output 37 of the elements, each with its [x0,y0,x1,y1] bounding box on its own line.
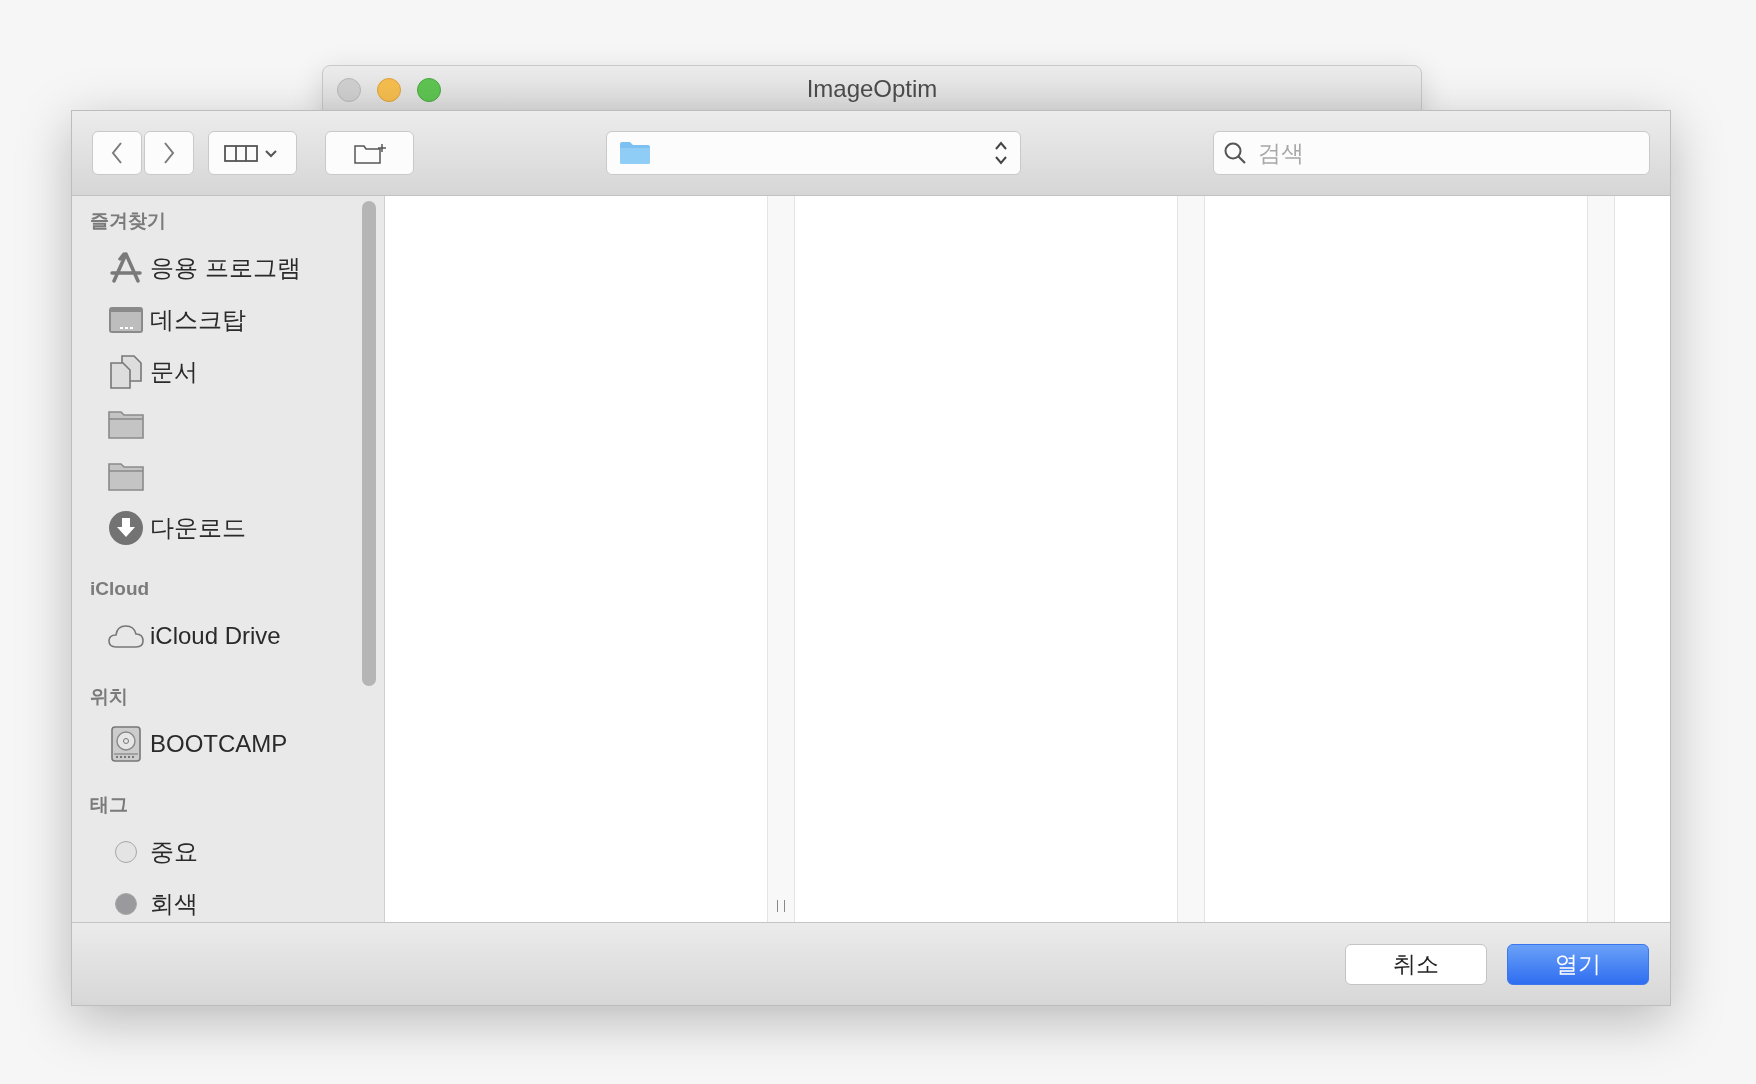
apps-icon [108,251,144,285]
sidebar-item[interactable]: 중요 [90,826,384,878]
close-icon[interactable] [337,78,361,102]
zoom-icon[interactable] [417,78,441,102]
sidebar-item[interactable]: iCloud Drive [90,610,384,662]
sidebar-item[interactable]: 응용 프로그램 [90,242,384,294]
download-icon [108,510,144,546]
window-title: ImageOptim [806,75,938,103]
sidebar-item[interactable]: 회색 [90,878,384,922]
folder-icon [108,409,144,439]
view-mode-button[interactable] [208,131,297,175]
sidebar-section-header: 위치 [90,685,129,709]
search-field[interactable]: 검색 [1213,131,1650,175]
cloud-icon [108,623,144,649]
documents-icon [108,355,144,389]
scrollbar-thumb[interactable] [362,201,376,686]
sidebar-section-header: 태그 [90,793,129,817]
sidebar-item[interactable]: 문서 [90,346,384,398]
sidebar-section-header: 즐겨찾기 [90,209,167,233]
chevron-right-icon [162,141,176,165]
location-popup[interactable] [606,131,1021,175]
desktop-icon [108,305,144,335]
folder-icon [619,141,651,165]
up-down-chevron-icon [994,140,1008,166]
forward-button[interactable] [144,131,194,175]
folder-icon [108,461,144,491]
minimize-icon[interactable] [377,78,401,102]
cancel-button[interactable]: 취소 [1345,943,1487,985]
new-folder-button[interactable] [325,131,414,175]
back-button[interactable] [92,131,142,175]
chevron-left-icon [110,141,124,165]
sidebar-item[interactable]: 다운로드 [90,502,384,554]
sidebar-item[interactable]: BOOTCAMP [90,718,384,770]
sidebar-item[interactable]: 데스크탑 [90,294,384,346]
sidebar-section-header: iCloud [90,577,151,601]
resize-grip-icon[interactable] [777,900,785,912]
new-folder-icon [351,141,388,165]
